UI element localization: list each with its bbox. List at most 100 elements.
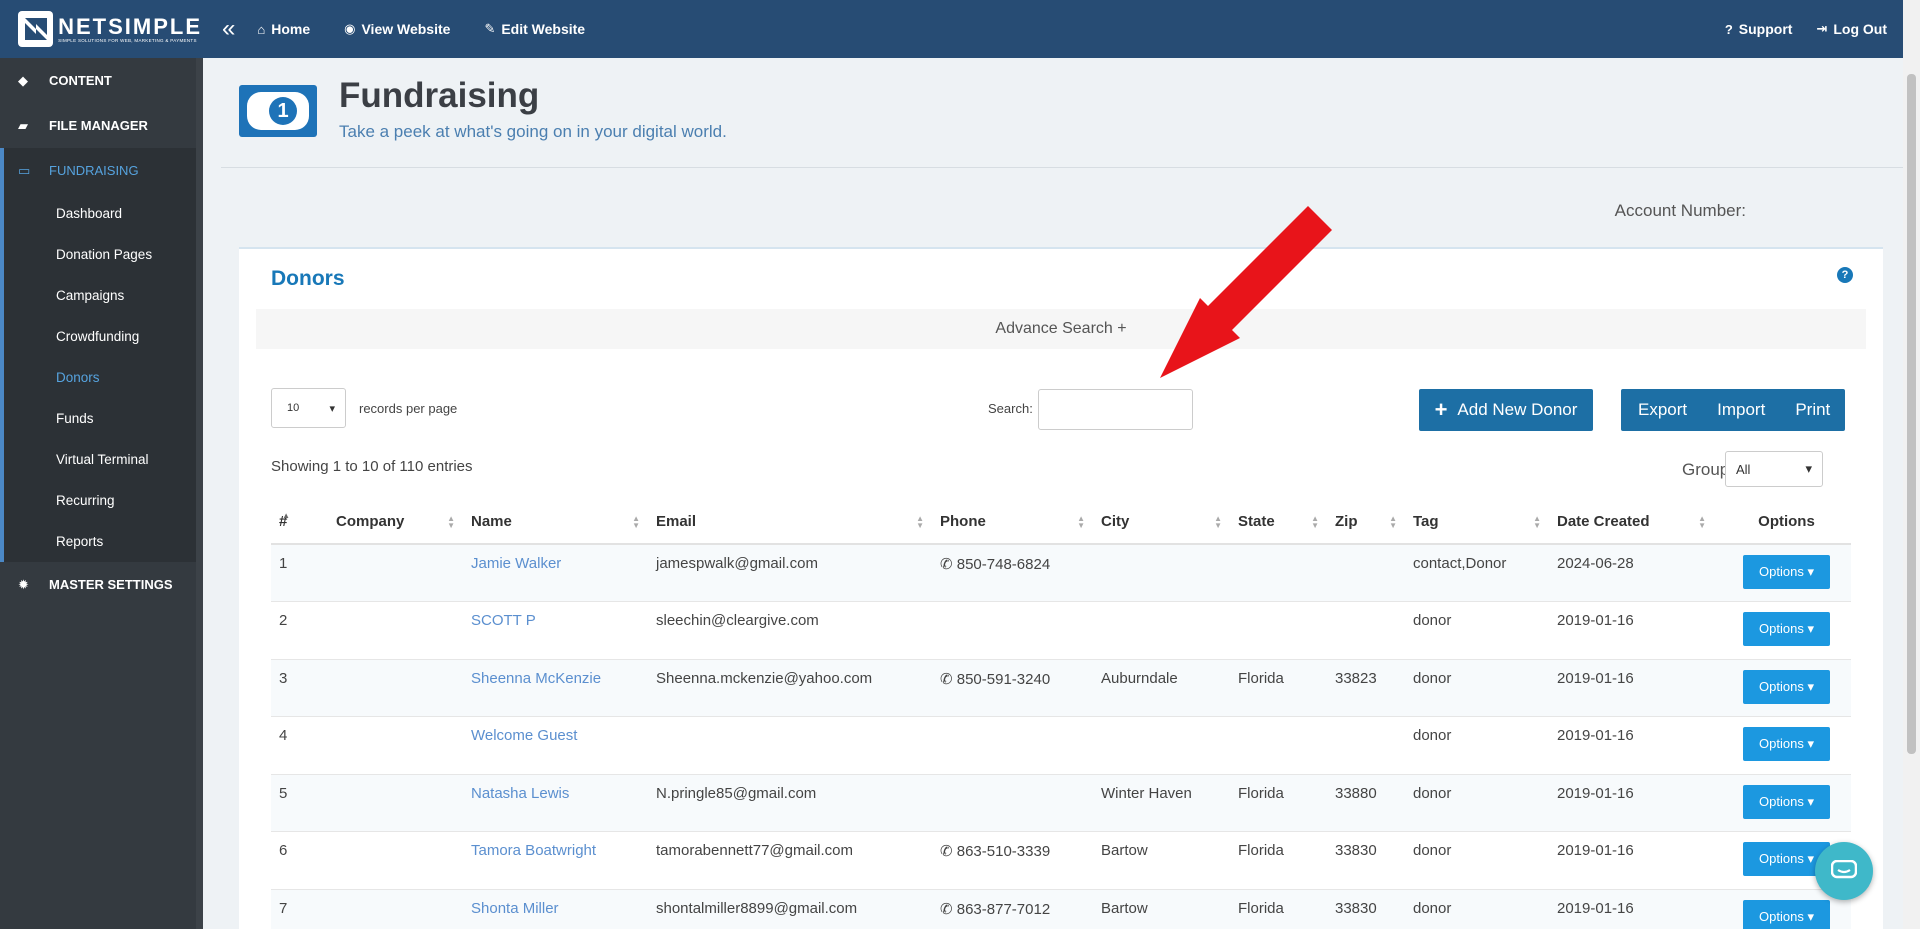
export-button[interactable]: Export [1621, 389, 1702, 431]
group-select[interactable]: All ▾ [1725, 451, 1823, 487]
sidebar-item-file-manager-label: FILE MANAGER [49, 118, 148, 133]
column-header-tag[interactable]: Tag ▲ ▼ [1405, 500, 1549, 545]
cell-options: Options ▾ [1714, 716, 1851, 775]
chat-widget-button[interactable] [1815, 842, 1873, 900]
sidebar-sub-funds[interactable]: Funds [4, 398, 203, 439]
column-header-label: City [1101, 513, 1130, 530]
phone-icon: ✆ [940, 670, 957, 688]
cell-name-value: Sheenna McKenzie [471, 669, 602, 687]
records-per-page-select[interactable]: 10 ▾ [271, 388, 346, 428]
column-header-date-created[interactable]: Date Created ▲ ▼ [1549, 500, 1714, 545]
sort-icon: ▲ ▼ [1533, 514, 1541, 530]
print-button[interactable]: Print [1780, 389, 1845, 431]
column-header-number[interactable]: # ▲ [271, 500, 328, 545]
cell-state [1230, 716, 1327, 775]
group-select-value: All [1736, 461, 1751, 477]
sidebar-item-master-settings[interactable]: ✹ MASTER SETTINGS [0, 562, 203, 607]
chevron-down-icon: ▾ [329, 402, 335, 415]
cell-company [328, 601, 463, 660]
nav-view-website[interactable]: ◉ View Website [344, 21, 450, 37]
options-dropdown-button[interactable]: Options ▾ [1743, 555, 1830, 589]
page-header: 1 Fundraising Take a peek at what's goin… [221, 58, 1903, 168]
cell-state: Florida [1230, 774, 1327, 832]
sidebar-sub-reports[interactable]: Reports [4, 521, 203, 562]
column-header-phone[interactable]: Phone ▲ ▼ [932, 500, 1093, 545]
nav-edit-website[interactable]: ✎ Edit Website [484, 21, 585, 37]
options-label: Options [1759, 793, 1804, 809]
column-header-label: Date Created [1557, 513, 1650, 530]
cell-state [1230, 544, 1327, 602]
sidebar-item-content[interactable]: ◆ CONTENT [0, 58, 203, 103]
options-dropdown-button[interactable]: Options ▾ [1743, 612, 1830, 646]
cell-num: 1 [271, 544, 328, 602]
collapse-sidebar-icon[interactable]: « [222, 17, 235, 41]
cell-name[interactable]: SCOTT P [463, 601, 648, 660]
sidebar-sub-recurring[interactable]: Recurring [4, 480, 203, 521]
sidebar-scrollbar[interactable] [196, 58, 203, 929]
column-header-options[interactable]: Options [1714, 500, 1851, 545]
search-label: Search: [988, 401, 1033, 416]
page-title: Fundraising [339, 76, 540, 115]
nav-home[interactable]: ⌂ Home [257, 21, 310, 37]
cell-phone: ✆ 850-748-6824 [932, 544, 1093, 602]
column-header-company[interactable]: Company ▲ ▼ [328, 500, 463, 545]
advance-search-toggle[interactable]: Advance Search + [256, 309, 1866, 349]
caret-down-icon: ▾ [1803, 736, 1814, 751]
sort-icon: ▲ ▼ [1698, 514, 1706, 530]
sidebar-item-file-manager[interactable]: ▰ FILE MANAGER [0, 103, 203, 148]
nav-logout[interactable]: ⇥ Log Out [1816, 21, 1887, 37]
help-icon[interactable]: ? [1837, 267, 1853, 283]
options-dropdown-button[interactable]: Options ▾ [1743, 727, 1830, 761]
cell-zip: 33880 [1327, 774, 1405, 832]
donors-table: # ▲ Company ▲ ▼ Name ▲ ▼ Email ▲ ▼ Phone ▲ ▼ City ▲ ▼ Sta… [271, 500, 1851, 929]
column-header-city[interactable]: City ▲ ▼ [1093, 500, 1230, 545]
column-header-name[interactable]: Name ▲ ▼ [463, 500, 648, 545]
phone-icon: ✆ [940, 556, 957, 573]
sidebar-sub-campaigns[interactable]: Campaigns [4, 275, 203, 316]
import-button[interactable]: Import [1702, 389, 1780, 431]
sidebar-sub-dashboard[interactable]: Dashboard [4, 193, 203, 234]
cell-state: Florida [1230, 659, 1327, 717]
cell-email: jamespwalk@gmail.com [648, 544, 932, 602]
cell-name[interactable]: Natasha Lewis [463, 774, 648, 832]
cell-name-value: SCOTT P [471, 612, 536, 629]
sidebar-item-fundraising[interactable]: ▭ FUNDRAISING [4, 148, 203, 193]
brand-name: NETSIMPLE [58, 13, 202, 39]
cell-name[interactable]: Sheenna McKenzie [463, 659, 648, 717]
cell-name[interactable]: Tamora Boatwright [463, 831, 648, 890]
red-arrow-annotation [1160, 206, 1332, 378]
money-bill-icon: 1 [239, 85, 317, 137]
cell-city: Auburndale [1093, 659, 1230, 717]
column-header-zip[interactable]: Zip ▲ ▼ [1327, 500, 1405, 545]
search-input[interactable] [1038, 389, 1193, 430]
page-scrollbar-thumb[interactable] [1907, 74, 1916, 754]
cell-name-value: Welcome Guest [471, 727, 578, 744]
cell-tag: donor [1405, 831, 1549, 890]
sidebar-sub-crowdfunding[interactable]: Crowdfunding [4, 316, 203, 357]
column-header-email[interactable]: Email ▲ ▼ [648, 500, 932, 545]
sidebar-sub-donation-pages[interactable]: Donation Pages [4, 234, 203, 275]
home-icon: ⌂ [257, 21, 266, 37]
chat-icon [1831, 860, 1857, 879]
cell-name[interactable]: Shonta Miller [463, 889, 648, 929]
options-dropdown-button[interactable]: Options ▾ [1743, 899, 1830, 929]
add-new-donor-button[interactable]: + Add New Donor [1419, 389, 1593, 431]
cell-name[interactable]: Jamie Walker [463, 544, 648, 602]
options-dropdown-button[interactable]: Options ▾ [1743, 784, 1830, 819]
cell-name[interactable]: Welcome Guest [463, 716, 648, 775]
cell-city-value: Auburndale [1101, 669, 1178, 687]
nav-support[interactable]: ? Support [1725, 21, 1793, 37]
cell-zip [1327, 601, 1405, 660]
sidebar-sub-donors[interactable]: Donors [4, 357, 203, 398]
page-scrollbar[interactable] [1903, 58, 1920, 929]
options-dropdown-button[interactable]: Options ▾ [1743, 669, 1830, 704]
cell-options: Options ▾ [1714, 601, 1851, 660]
sidebar-sub-virtual-terminal[interactable]: Virtual Terminal [4, 439, 203, 480]
column-header-state[interactable]: State ▲ ▼ [1230, 500, 1327, 545]
cell-company [328, 831, 463, 890]
cell-date-value: 2019-01-16 [1557, 784, 1634, 802]
brand-logo[interactable]: NETSIMPLE SIMPLE SOLUTIONS FOR WEB, MARK… [0, 0, 202, 58]
cell-city: Winter Haven [1093, 774, 1230, 832]
sidebar: ◆ CONTENT ▰ FILE MANAGER ▭ FUNDRAISING D… [0, 58, 203, 929]
cell-city: Bartow [1093, 831, 1230, 890]
